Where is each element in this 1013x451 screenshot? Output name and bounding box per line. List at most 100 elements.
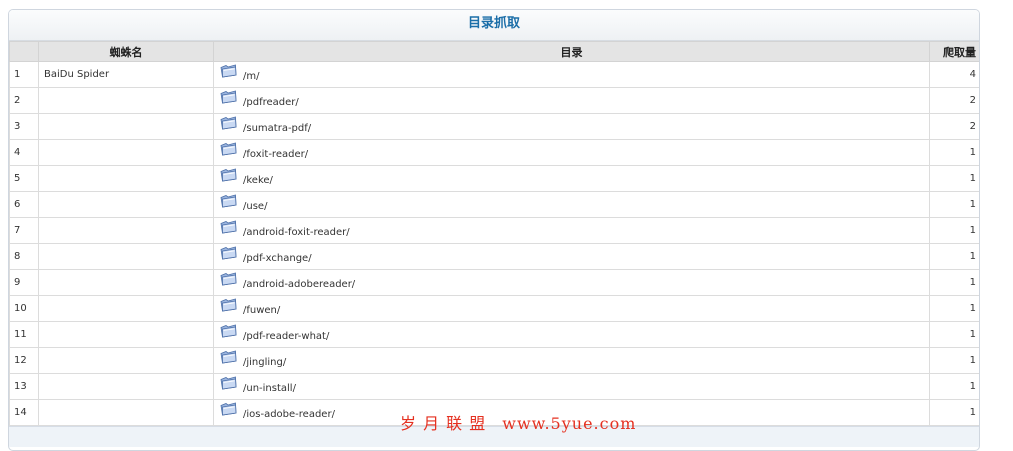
row-spider-name <box>38 399 214 426</box>
row-index: 1 <box>9 61 39 88</box>
row-index: 4 <box>9 139 39 166</box>
row-directory[interactable]: /pdfreader/ <box>213 87 930 114</box>
folder-icon <box>220 142 237 156</box>
row-index: 8 <box>9 243 39 270</box>
row-directory[interactable]: /android-adobereader/ <box>213 269 930 296</box>
row-crawl-count: 1 <box>929 373 979 400</box>
row-directory[interactable]: /jingling/ <box>213 347 930 374</box>
watermark-url: www.5yue.com <box>502 414 637 433</box>
row-directory-path[interactable]: /un-install/ <box>243 383 296 394</box>
folder-icon <box>220 168 237 182</box>
folder-icon <box>220 272 237 286</box>
table-row[interactable]: 3/sumatra-pdf/2 <box>9 113 979 140</box>
row-crawl-count: 2 <box>929 113 979 140</box>
watermark-text: 岁 月 联 盟 <box>400 414 487 433</box>
folder-icon <box>220 90 237 104</box>
row-index: 10 <box>9 295 39 322</box>
folder-icon <box>220 64 237 78</box>
row-spider-name <box>38 217 214 244</box>
row-directory-path[interactable]: /sumatra-pdf/ <box>243 123 311 134</box>
folder-icon <box>220 116 237 130</box>
row-spider-name <box>38 165 214 192</box>
row-index: 7 <box>9 217 39 244</box>
row-directory[interactable]: /m/ <box>213 61 930 88</box>
table-row[interactable]: 10/fuwen/1 <box>9 295 979 322</box>
folder-icon <box>220 350 237 364</box>
row-crawl-count: 4 <box>929 61 979 88</box>
row-directory[interactable]: /un-install/ <box>213 373 930 400</box>
table-body: 1 BaiDu Spider/m/4 2/pdfreader/2 3/sumatra-… <box>9 61 979 426</box>
table-row[interactable]: 4/foxit-reader/1 <box>9 139 979 166</box>
table-row[interactable]: 8/pdf-xchange/1 <box>9 243 979 270</box>
row-spider-name: BaiDu Spider <box>38 61 214 88</box>
table-row[interactable]: 1 BaiDu Spider/m/4 <box>9 61 979 88</box>
table-row[interactable]: 5/keke/1 <box>9 165 979 192</box>
folder-icon <box>220 220 237 234</box>
row-directory[interactable]: /android-foxit-reader/ <box>213 217 930 244</box>
folder-icon <box>220 376 237 390</box>
row-directory-path[interactable]: /fuwen/ <box>243 305 280 316</box>
row-index: 5 <box>9 165 39 192</box>
row-crawl-count: 1 <box>929 399 979 426</box>
row-spider-name <box>38 373 214 400</box>
directory-crawl-panel: 目录抓取 蜘蛛名 目录 爬取量 1 BaiDu Spider/m/4 2/pdfre… <box>8 9 980 451</box>
row-index: 11 <box>9 321 39 348</box>
row-directory[interactable]: /use/ <box>213 191 930 218</box>
row-directory[interactable]: /sumatra-pdf/ <box>213 113 930 140</box>
row-directory-path[interactable]: /android-foxit-reader/ <box>243 227 350 238</box>
table-row[interactable]: 6/use/1 <box>9 191 979 218</box>
row-crawl-count: 1 <box>929 139 979 166</box>
folder-icon <box>220 194 237 208</box>
table-header-row: 蜘蛛名 目录 爬取量 <box>9 41 979 62</box>
row-spider-name <box>38 191 214 218</box>
row-crawl-count: 2 <box>929 87 979 114</box>
row-spider-name <box>38 347 214 374</box>
table-row[interactable]: 2/pdfreader/2 <box>9 87 979 114</box>
row-spider-name <box>38 87 214 114</box>
row-spider-name <box>38 295 214 322</box>
row-directory-path[interactable]: /m/ <box>243 71 259 82</box>
folder-icon <box>220 402 237 416</box>
row-directory-path[interactable]: /pdfreader/ <box>243 97 299 108</box>
row-crawl-count: 1 <box>929 217 979 244</box>
table-row[interactable]: 7/android-foxit-reader/1 <box>9 217 979 244</box>
column-header-index <box>9 41 39 62</box>
row-directory-path[interactable]: /use/ <box>243 201 267 212</box>
row-directory[interactable]: /pdf-xchange/ <box>213 243 930 270</box>
row-directory-path[interactable]: /keke/ <box>243 175 273 186</box>
directory-table: 蜘蛛名 目录 爬取量 1 BaiDu Spider/m/4 2/pdfreader/… <box>9 41 979 426</box>
table-row[interactable]: 12/jingling/1 <box>9 347 979 374</box>
row-directory[interactable]: /foxit-reader/ <box>213 139 930 166</box>
row-index: 3 <box>9 113 39 140</box>
row-directory-path[interactable]: /foxit-reader/ <box>243 149 308 160</box>
row-index: 6 <box>9 191 39 218</box>
folder-icon <box>220 298 237 312</box>
row-crawl-count: 1 <box>929 347 979 374</box>
row-index: 2 <box>9 87 39 114</box>
row-spider-name <box>38 139 214 166</box>
row-crawl-count: 1 <box>929 269 979 296</box>
row-directory[interactable]: /keke/ <box>213 165 930 192</box>
column-header-spider[interactable]: 蜘蛛名 <box>38 41 214 62</box>
column-header-directory[interactable]: 目录 <box>213 41 930 62</box>
row-directory[interactable]: /fuwen/ <box>213 295 930 322</box>
row-directory[interactable]: /pdf-reader-what/ <box>213 321 930 348</box>
column-header-count[interactable]: 爬取量 <box>929 41 979 62</box>
row-directory-path[interactable]: /pdf-xchange/ <box>243 253 312 264</box>
folder-icon <box>220 324 237 338</box>
row-directory-path[interactable]: /ios-adobe-reader/ <box>243 409 335 420</box>
watermark: 岁 月 联 盟 www.5yue.com <box>400 410 636 434</box>
row-directory-path[interactable]: /pdf-reader-what/ <box>243 331 329 342</box>
table-row[interactable]: 11/pdf-reader-what/1 <box>9 321 979 348</box>
table-row[interactable]: 9/android-adobereader/1 <box>9 269 979 296</box>
row-crawl-count: 1 <box>929 191 979 218</box>
row-crawl-count: 1 <box>929 243 979 270</box>
row-spider-name <box>38 321 214 348</box>
row-directory-path[interactable]: /jingling/ <box>243 357 286 368</box>
row-index: 12 <box>9 347 39 374</box>
row-index: 13 <box>9 373 39 400</box>
table-row[interactable]: 13/un-install/1 <box>9 373 979 400</box>
row-spider-name <box>38 243 214 270</box>
row-directory-path[interactable]: /android-adobereader/ <box>243 279 355 290</box>
row-index: 9 <box>9 269 39 296</box>
